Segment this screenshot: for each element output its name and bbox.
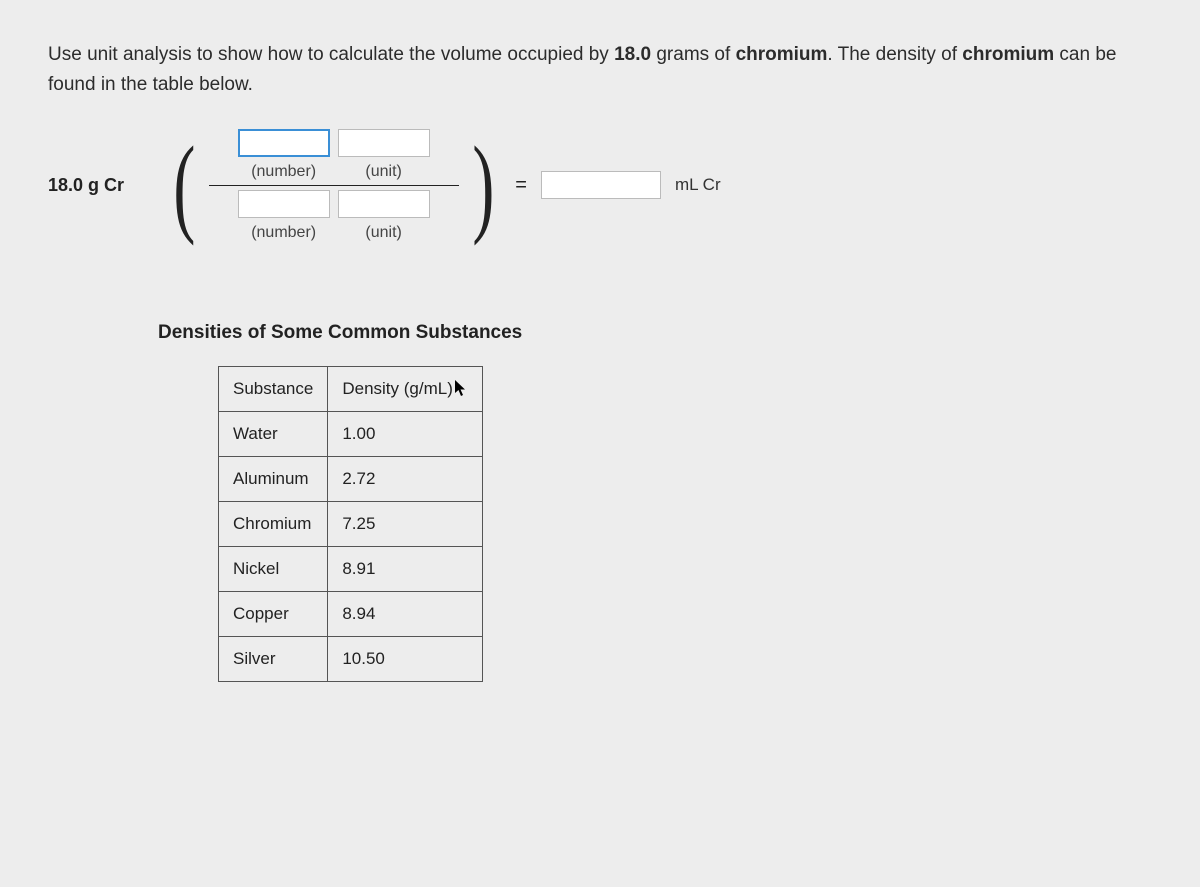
unit-analysis-equation: 18.0 g Cr ( (number) (unit) (number) xyxy=(48,129,1152,242)
question-prompt: Use unit analysis to show how to calcula… xyxy=(48,40,1152,101)
substance-cell: Chromium xyxy=(219,501,328,546)
table-row: Silver10.50 xyxy=(219,636,483,681)
density-cell: 8.91 xyxy=(328,546,482,591)
prompt-element: chromium xyxy=(736,44,828,65)
density-cell: 7.25 xyxy=(328,501,482,546)
numerator-row: (number) (unit) xyxy=(238,129,430,181)
denominator-row: (number) (unit) xyxy=(238,190,430,242)
cursor-icon xyxy=(454,379,468,397)
density-cell: 1.00 xyxy=(328,411,482,456)
substance-cell: Water xyxy=(219,411,328,456)
substance-cell: Aluminum xyxy=(219,456,328,501)
answer-unit: mL Cr xyxy=(669,175,721,195)
prompt-element2: chromium xyxy=(962,44,1054,65)
density-table-title: Densities of Some Common Substances xyxy=(158,322,1152,344)
density-cell: 10.50 xyxy=(328,636,482,681)
table-header-substance: Substance xyxy=(219,366,328,411)
table-row: Aluminum2.72 xyxy=(219,456,483,501)
table-row: Copper8.94 xyxy=(219,591,483,636)
prompt-mass-unit: grams xyxy=(651,44,709,65)
prompt-post1: . The density of xyxy=(827,44,962,65)
equals-sign: = xyxy=(509,174,533,197)
table-header-density: Density (g/mL) xyxy=(328,366,482,411)
fraction-bar xyxy=(209,185,459,186)
prompt-mass: 18.0 xyxy=(614,44,651,65)
denominator-number-label: (number) xyxy=(251,224,316,242)
substance-cell: Nickel xyxy=(219,546,328,591)
substance-cell: Copper xyxy=(219,591,328,636)
density-cell: 2.72 xyxy=(328,456,482,501)
density-table: Substance Density (g/mL) Water1.00Alumin… xyxy=(218,366,483,682)
prompt-pre: Use unit analysis to show how to calcula… xyxy=(48,44,614,65)
conversion-factor: ( (number) (unit) (number) xyxy=(166,129,501,242)
answer-input[interactable] xyxy=(541,171,661,199)
prompt-mid: of xyxy=(709,44,735,65)
denominator-unit-label: (unit) xyxy=(365,224,401,242)
numerator-unit-input[interactable] xyxy=(338,129,430,157)
numerator-number-label: (number) xyxy=(251,163,316,181)
numerator-unit-label: (unit) xyxy=(365,163,401,181)
table-row: Chromium7.25 xyxy=(219,501,483,546)
table-row: Water1.00 xyxy=(219,411,483,456)
denominator-unit-input[interactable] xyxy=(338,190,430,218)
given-quantity: 18.0 g Cr xyxy=(48,175,158,196)
numerator-number-input[interactable] xyxy=(238,129,330,157)
density-cell: 8.94 xyxy=(328,591,482,636)
left-paren-icon: ( xyxy=(173,136,195,235)
right-paren-icon: ) xyxy=(472,136,494,235)
substance-cell: Silver xyxy=(219,636,328,681)
table-row: Nickel8.91 xyxy=(219,546,483,591)
denominator-number-input[interactable] xyxy=(238,190,330,218)
